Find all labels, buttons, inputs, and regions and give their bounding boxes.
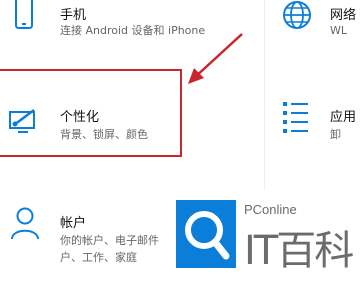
tile-description-line1: 你的帐户、电子邮件 bbox=[60, 234, 159, 247]
tile-description: 卸 bbox=[330, 128, 341, 141]
settings-tile-accounts[interactable]: 帐户 你的帐户、电子邮件 户、工作、家庭 bbox=[0, 200, 180, 280]
personalization-icon bbox=[9, 109, 35, 133]
apps-list-icon bbox=[283, 102, 308, 133]
watermark-brand: PConline bbox=[244, 202, 297, 217]
settings-tile-personalization[interactable]: 个性化 背景、锁屏、颜色 bbox=[0, 90, 180, 150]
tile-title: 应用 bbox=[330, 110, 357, 125]
arrow-pointer-icon bbox=[188, 33, 243, 84]
globe-icon bbox=[283, 1, 311, 29]
tile-title: 帐户 bbox=[60, 216, 87, 231]
watermark-title: IT百科 bbox=[244, 228, 354, 274]
tile-title: 手机 bbox=[60, 8, 87, 23]
magnifier-logo-icon bbox=[185, 211, 230, 260]
tile-title: 网络 bbox=[330, 8, 357, 23]
tile-description-line2: 户、工作、家庭 bbox=[60, 251, 137, 264]
phone-icon bbox=[15, 0, 33, 29]
settings-tile-apps[interactable]: 应用 卸 bbox=[270, 90, 362, 150]
tile-description: WL bbox=[330, 24, 348, 37]
tile-title: 个性化 bbox=[60, 110, 100, 125]
settings-tile-network[interactable]: 网络 WL bbox=[270, 0, 362, 48]
tile-description: 背景、锁屏、颜色 bbox=[60, 128, 148, 141]
account-icon bbox=[11, 207, 39, 240]
